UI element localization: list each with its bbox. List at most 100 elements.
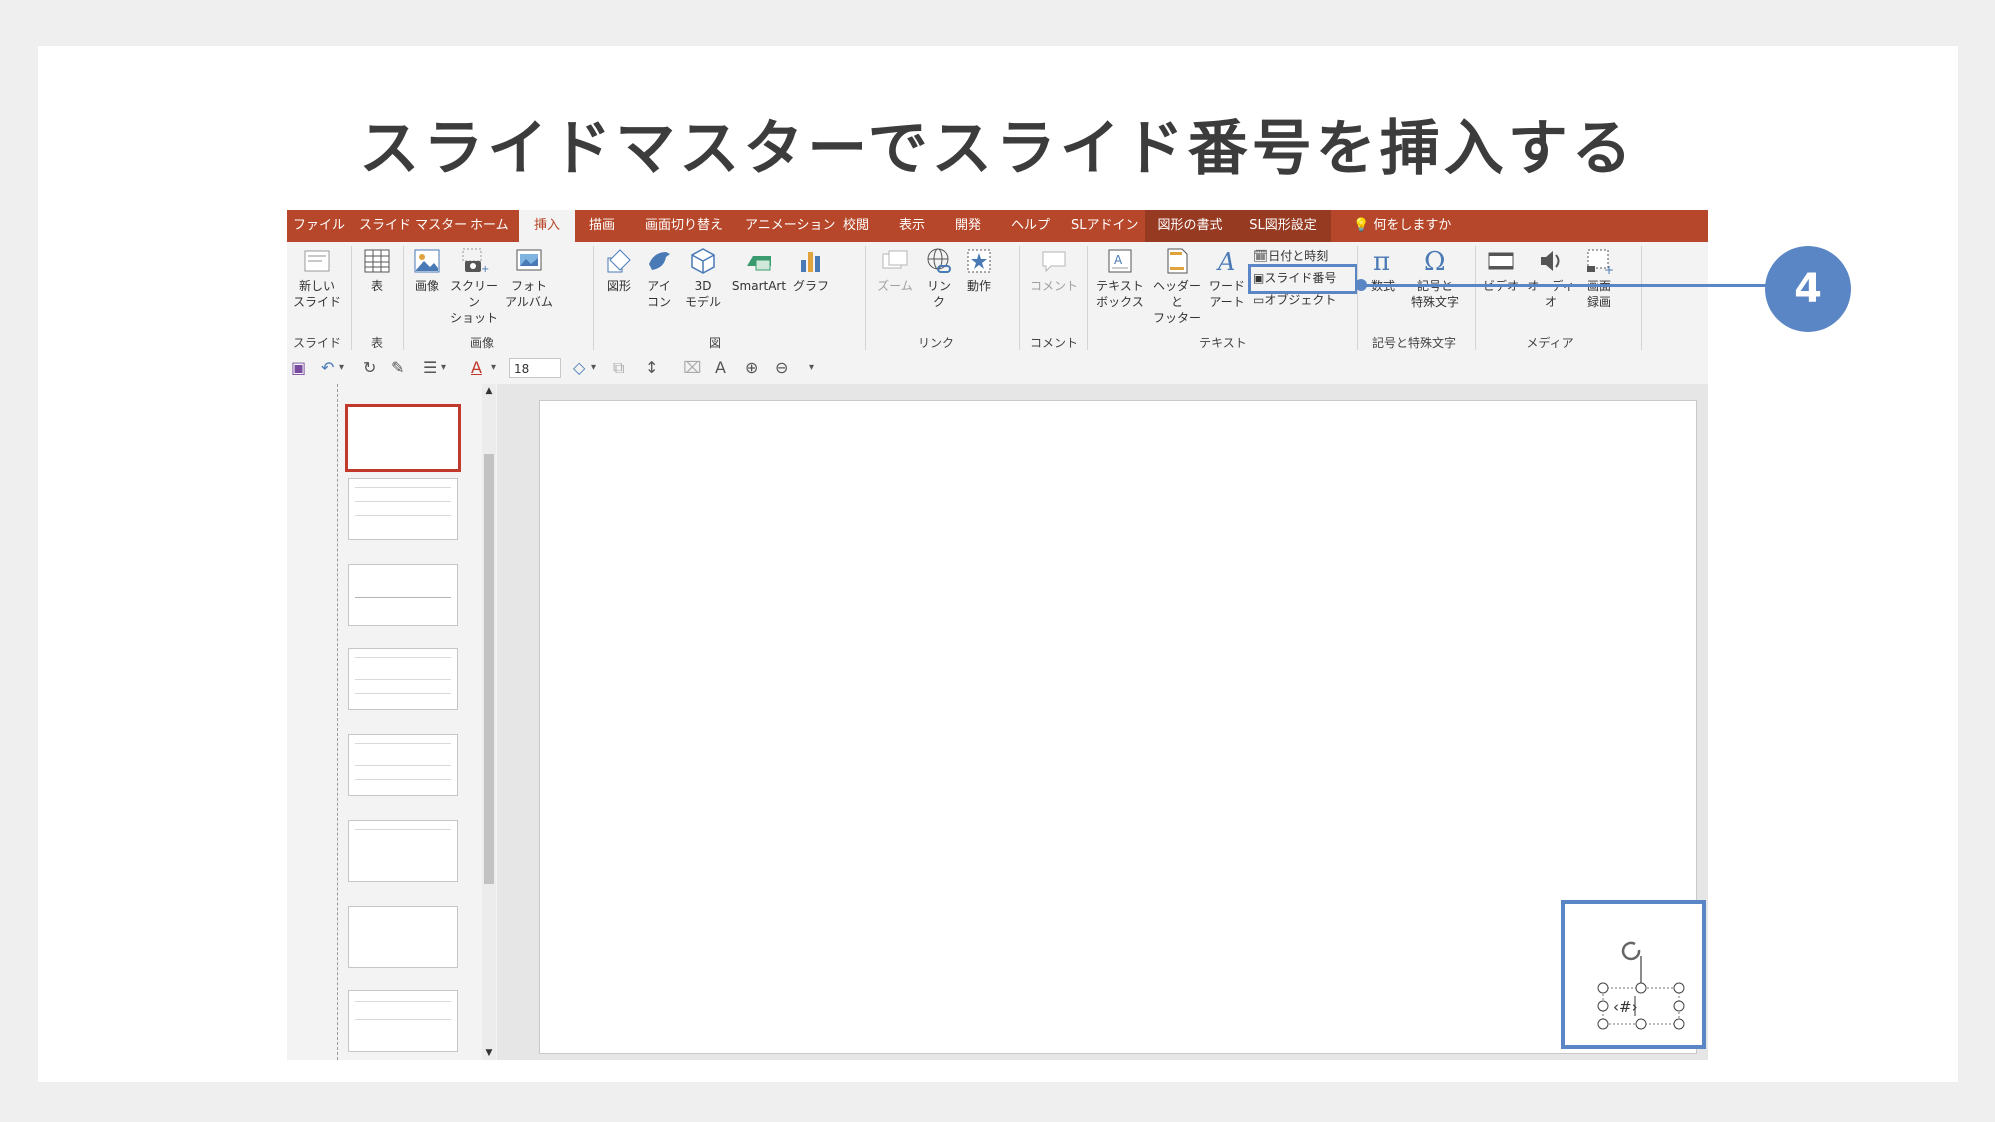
separator — [1087, 246, 1088, 350]
tab-draw[interactable]: 描画 — [589, 210, 615, 242]
photo-album-icon — [516, 249, 542, 271]
resize-handle — [1597, 982, 1609, 994]
slide-number-placeholder[interactable]: ‹#› — [1565, 904, 1702, 1045]
tab-home[interactable]: ホーム — [470, 210, 509, 242]
slide-thumbnail[interactable] — [348, 906, 458, 968]
slide-number-placeholder-highlight: ‹#› — [1561, 900, 1706, 1049]
powerpoint-window: ファイル スライド マスター ホーム 挿入 描画 画面切り替え アニメーション … — [287, 210, 1708, 1060]
thumbnail-scrollbar[interactable]: ▲ ▼ — [482, 384, 496, 1060]
redo-icon[interactable]: ↻ — [363, 358, 376, 378]
callout-anchor-dot — [1355, 279, 1367, 291]
bullets-icon[interactable]: ☰ — [423, 358, 437, 378]
grow-font-icon[interactable]: A — [715, 358, 726, 378]
3d-models-button[interactable]: 3D モデル — [679, 246, 727, 310]
undo-dropdown-icon[interactable]: ▾ — [339, 358, 344, 378]
omega-icon: Ω — [1424, 247, 1446, 276]
font-color-icon[interactable]: A — [471, 358, 482, 378]
speaker-icon — [1541, 251, 1560, 271]
separator — [1019, 246, 1020, 350]
chart-button[interactable]: グラフ — [791, 246, 831, 294]
shape-fill-dropdown-icon[interactable]: ▾ — [591, 358, 596, 378]
tab-animations[interactable]: アニメーション — [745, 210, 835, 242]
object-button[interactable]: ▭オブジェクト — [1253, 290, 1336, 310]
group-image-label: 画像 — [469, 336, 494, 350]
header-footer-icon — [1167, 248, 1188, 274]
shapes-button[interactable]: 図形 — [599, 246, 639, 294]
save-icon[interactable]: ▣ — [291, 358, 306, 378]
font-size-select[interactable]: 18 — [509, 358, 561, 378]
date-time-button[interactable]: 🗓日付と時刻 — [1253, 246, 1328, 266]
wordart-button[interactable]: A ワード アート — [1205, 246, 1249, 310]
image-button[interactable]: 画像 — [407, 246, 447, 294]
group-figure-label: 図 — [708, 336, 721, 350]
shape-fill-icon[interactable]: ◇ — [573, 358, 585, 378]
tell-me-label: 何をしますか — [1373, 218, 1452, 233]
slide-number-field: ‹#› — [1613, 998, 1638, 1016]
format-painter-icon[interactable]: ✎ — [391, 358, 404, 378]
separator — [351, 246, 352, 350]
line-spacing-icon[interactable]: ↕ — [645, 358, 658, 378]
separator — [403, 246, 404, 350]
slide-thumbnail[interactable] — [348, 820, 458, 882]
svg-text:+: + — [481, 264, 489, 275]
symbol-button[interactable]: Ω 記号と特殊文字 — [1405, 246, 1465, 310]
smartart-button[interactable]: SmartArt — [727, 246, 791, 294]
tab-sl-addin[interactable]: SLアドイン — [1071, 210, 1139, 242]
tab-shape-format[interactable]: 図形の書式 — [1145, 210, 1235, 242]
tell-me-search[interactable]: 💡 何をしますか — [1353, 210, 1451, 242]
group-text-label: テキスト — [1199, 336, 1247, 350]
font-color-dropdown-icon[interactable]: ▾ — [491, 358, 496, 378]
comment-button[interactable]: コメント — [1025, 246, 1083, 294]
audio-button[interactable]: オーディオ — [1523, 246, 1579, 310]
resize-handle — [1635, 982, 1647, 994]
zoom-in-icon[interactable]: ⊕ — [745, 358, 758, 378]
tab-review[interactable]: 校閲 — [843, 210, 869, 242]
action-button[interactable]: 動作 — [959, 246, 999, 294]
slide-thumbnail[interactable] — [348, 478, 458, 540]
textbox-button[interactable]: A テキスト ボックス — [1093, 246, 1147, 310]
bullets-dropdown-icon[interactable]: ▾ — [441, 358, 446, 378]
slide-thumbnail[interactable] — [348, 734, 458, 796]
group-link-label: リンク — [917, 336, 954, 350]
tab-sl-shape-settings[interactable]: SL図形設定 — [1235, 210, 1331, 242]
zoom-button[interactable]: ズーム — [873, 246, 917, 294]
cube-icon — [691, 248, 715, 274]
separator — [865, 246, 866, 350]
tab-developer[interactable]: 開発 — [955, 210, 981, 242]
link-button[interactable]: リンク — [919, 246, 959, 310]
tab-slide-master[interactable]: スライド マスター — [359, 210, 467, 242]
group-media-label: メディア — [1526, 336, 1574, 350]
slide-thumbnail[interactable] — [348, 990, 458, 1052]
tab-insert[interactable]: 挿入 — [519, 210, 575, 242]
clear-format-icon[interactable]: ⌧ — [683, 358, 701, 378]
link-globe-icon — [927, 248, 951, 273]
scroll-up-arrow-icon[interactable]: ▲ — [482, 384, 496, 398]
tab-file[interactable]: ファイル — [293, 210, 345, 242]
svg-text:A: A — [1216, 248, 1235, 276]
icons-button[interactable]: アイ コン — [639, 246, 679, 310]
slide-canvas[interactable] — [539, 400, 1697, 1054]
slide-thumbnail[interactable] — [348, 648, 458, 710]
scroll-thumb[interactable] — [484, 454, 494, 884]
svg-text:A: A — [1114, 253, 1123, 267]
scroll-down-arrow-icon[interactable]: ▼ — [482, 1046, 496, 1060]
tab-help[interactable]: ヘルプ — [1011, 210, 1050, 242]
screenshot-button[interactable]: + スクリーン ショット — [447, 246, 501, 326]
tab-view[interactable]: 表示 — [899, 210, 925, 242]
undo-icon[interactable]: ↶ — [321, 358, 334, 378]
tab-transitions[interactable]: 画面切り替え — [645, 210, 723, 242]
arrange-icon[interactable]: ⧉ — [613, 358, 624, 378]
header-footer-button[interactable]: ヘッダーと フッター — [1149, 246, 1205, 326]
svg-text:+: + — [1604, 263, 1614, 276]
table-button[interactable]: 表 — [357, 246, 397, 294]
slide-thumbnail[interactable] — [348, 564, 458, 626]
zoom-out-icon[interactable]: ⊖ — [775, 358, 788, 378]
slide-thumbnail[interactable] — [345, 404, 461, 472]
screen-recording-button[interactable]: + 画面録画 — [1579, 246, 1619, 310]
photo-album-button[interactable]: フォト アルバム — [501, 246, 557, 310]
rotate-handle-icon — [1621, 941, 1641, 961]
customize-toolbar-icon[interactable]: ▾ — [809, 358, 814, 378]
master-connector-line — [337, 384, 339, 1060]
new-slide-button[interactable]: 新しい スライド — [291, 246, 343, 310]
callout-connector — [1360, 284, 1768, 287]
